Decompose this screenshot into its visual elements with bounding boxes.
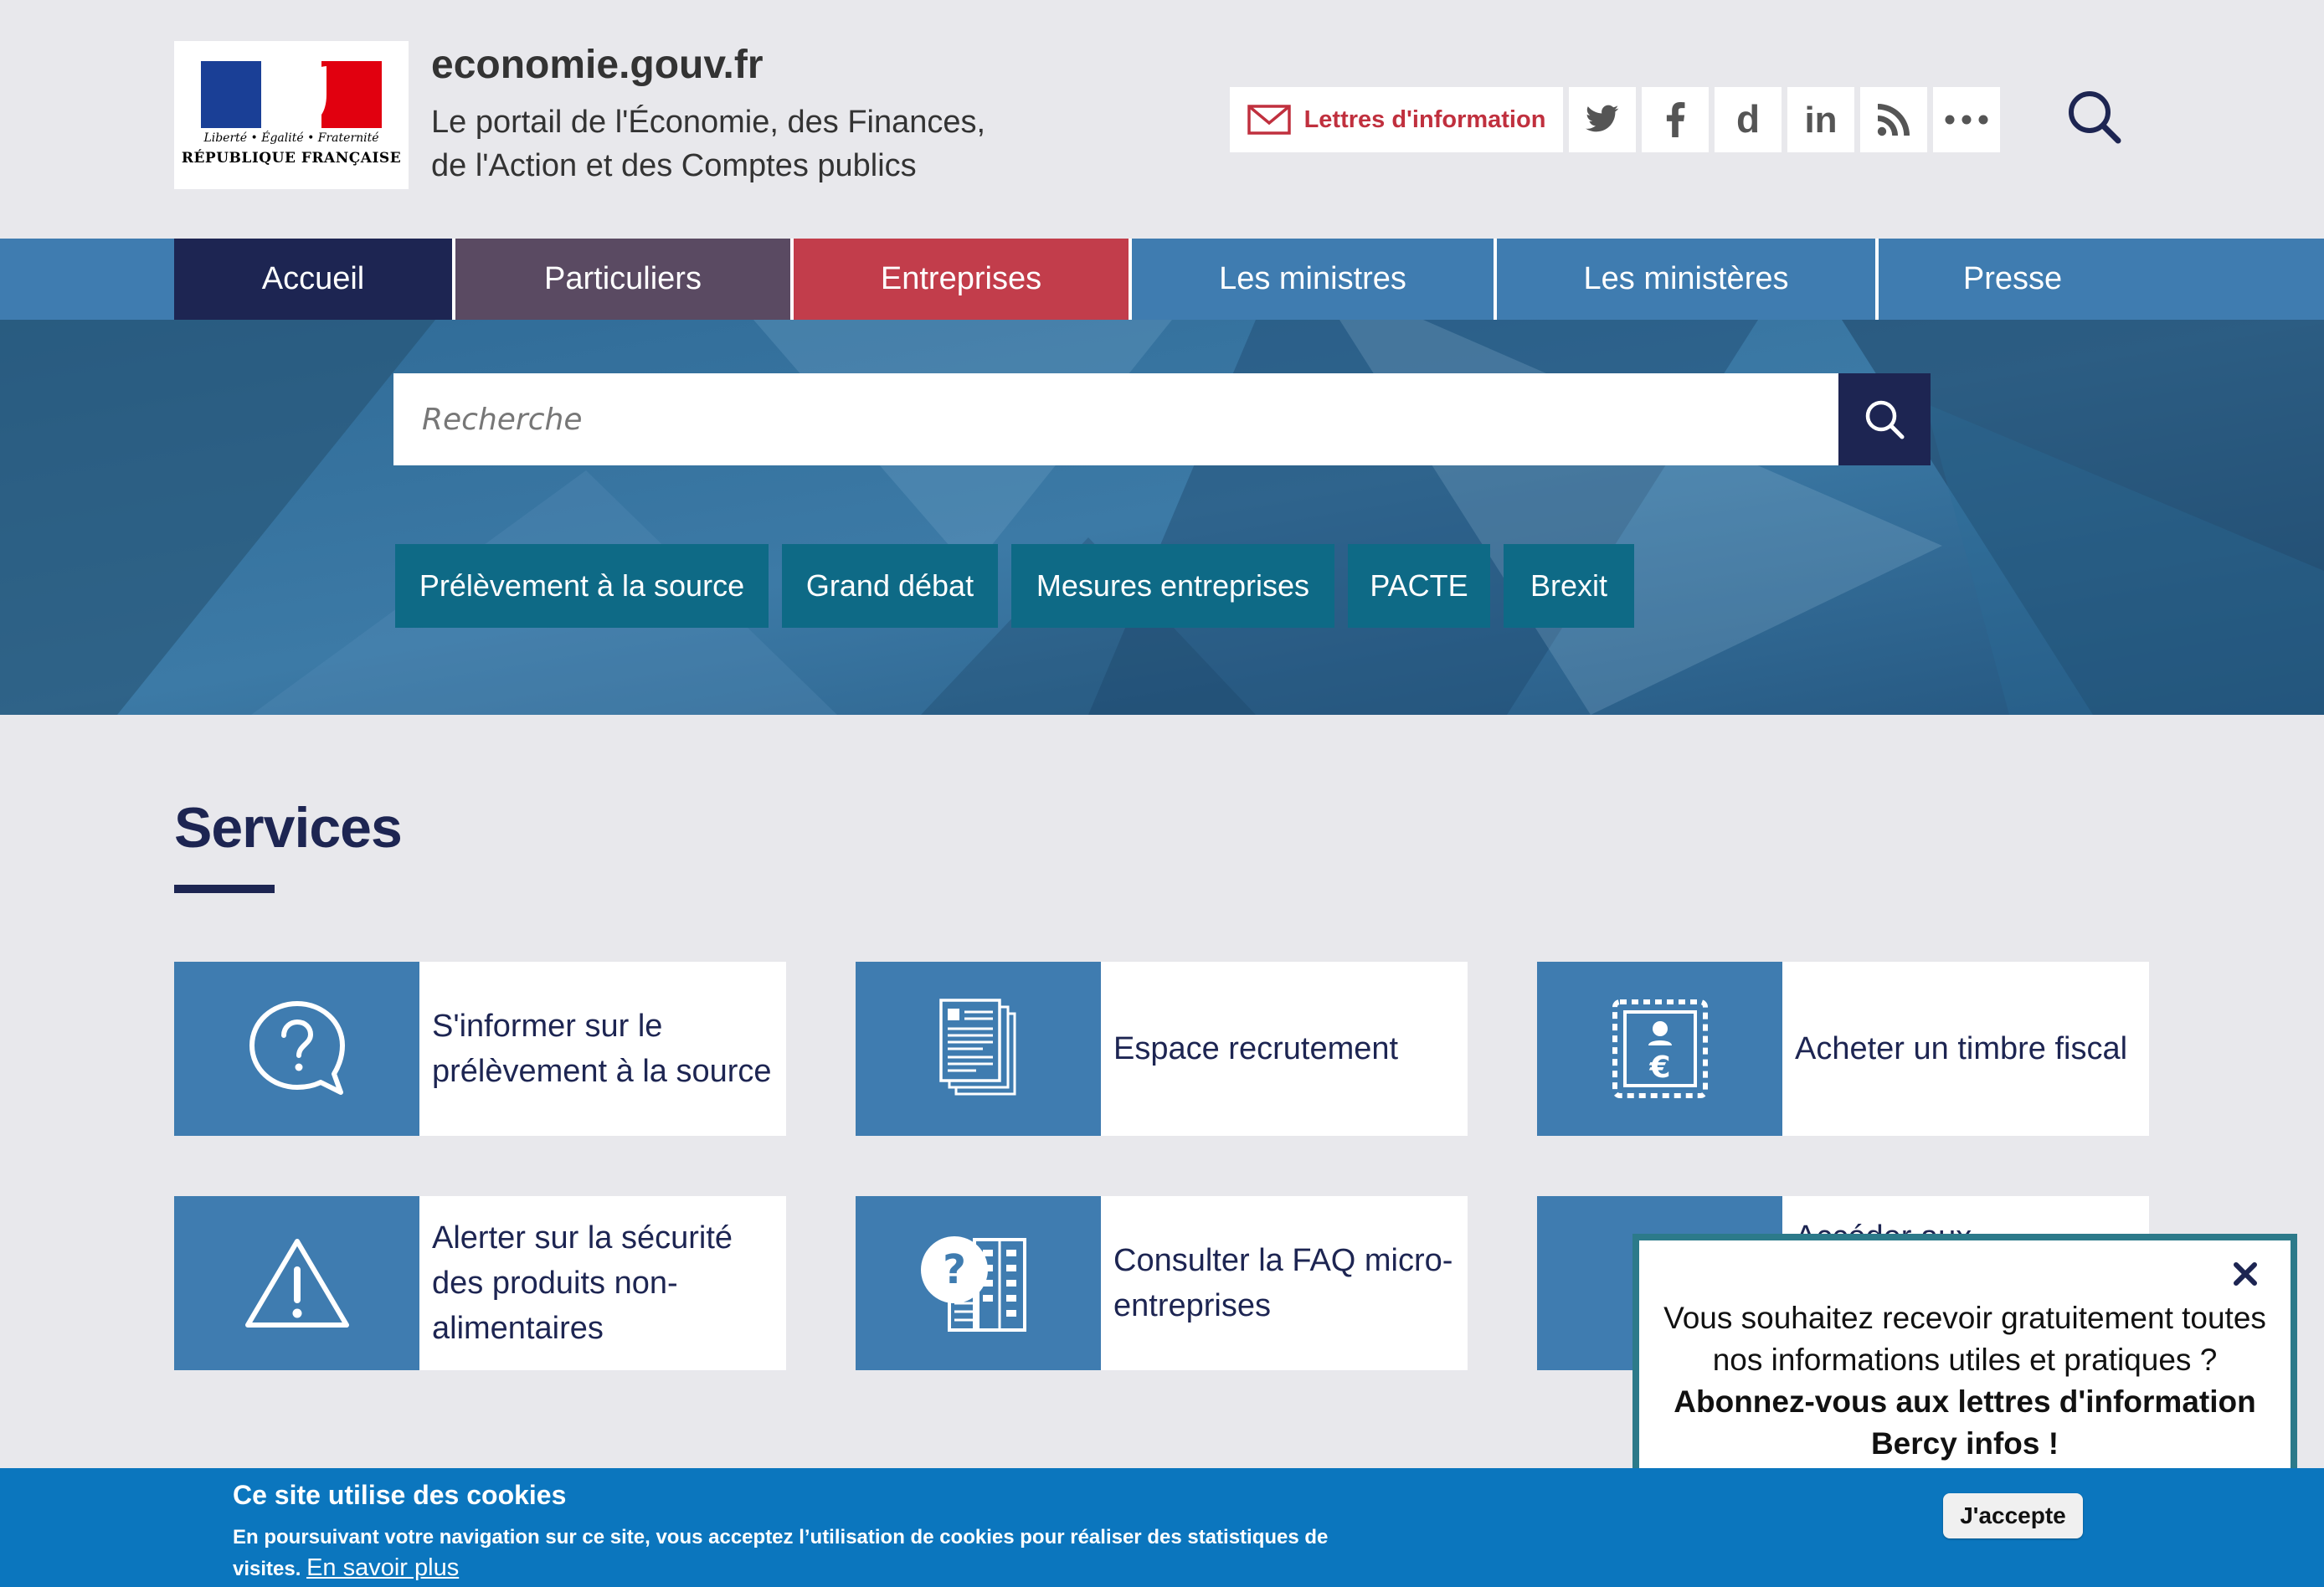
quick-link-mesures-entreprises[interactable]: Mesures entreprises [1011, 544, 1334, 628]
service-card-faq-micro-entreprises[interactable]: ? Consulter la FAQ micro-entreprises [856, 1196, 1468, 1370]
nav-presse[interactable]: Presse [1879, 239, 2147, 320]
nav-label: Les ministres [1219, 261, 1406, 296]
svg-text:?: ? [943, 1246, 966, 1293]
republic-name: RÉPUBLIQUE FRANÇAISE [181, 150, 402, 167]
services-underline [174, 885, 275, 893]
search-input[interactable] [393, 373, 1838, 465]
dailymotion-icon: d [1736, 102, 1760, 137]
facebook-button[interactable] [1642, 87, 1709, 152]
quick-link-grand-debat[interactable]: Grand débat [782, 544, 998, 628]
nav-accueil[interactable]: Accueil [174, 239, 452, 320]
service-card-icon-box [856, 962, 1101, 1136]
cookie-title: Ce site utilise des cookies [233, 1480, 567, 1510]
nav-label: Accueil [261, 261, 365, 296]
site-name[interactable]: economie.gouv.fr [431, 42, 764, 88]
quick-link-brexit[interactable]: Brexit [1504, 544, 1634, 628]
cookie-accept-button[interactable]: J'accepte [1943, 1493, 2083, 1538]
cookie-banner: Ce site utilise des cookies En poursuiva… [0, 1468, 2324, 1587]
popup-message-line: Vous souhaitez recevoir gratuitement tou… [1663, 1301, 2266, 1377]
search-submit-button[interactable] [1838, 373, 1931, 465]
service-card-icon-box [174, 962, 419, 1136]
service-card-timbre-fiscal[interactable]: € Acheter un timbre fiscal [1537, 962, 2149, 1136]
envelope-icon [1247, 105, 1291, 135]
close-icon [2234, 1262, 2257, 1286]
service-card-icon-box [174, 1196, 419, 1370]
marianne-profile-icon [268, 66, 326, 121]
service-card-icon-box: € [1537, 962, 1782, 1136]
twitter-icon [1586, 105, 1619, 132]
euro-stamp-icon: € [1612, 999, 1708, 1098]
faq-building-icon: ? [920, 1236, 1026, 1332]
question-bubble-icon [249, 1001, 345, 1095]
cookie-learn-more-link[interactable]: En savoir plus [306, 1554, 459, 1581]
search-icon [1865, 400, 1905, 439]
service-card-securite-produits[interactable]: Alerter sur la sécurité des produits non… [174, 1196, 786, 1370]
dailymotion-button[interactable]: d [1715, 87, 1782, 152]
rss-icon [1877, 104, 1910, 136]
service-card-label: Consulter la FAQ micro-entreprises [1113, 1243, 1453, 1323]
warning-icon [244, 1239, 349, 1328]
service-card-recrutement[interactable]: Espace recrutement [856, 962, 1468, 1136]
documents-icon [938, 999, 1015, 1096]
svg-text:in: in [1804, 102, 1837, 137]
site-tagline: Le portail de l'Économie, des Finances, … [431, 100, 1034, 187]
quick-link-prelevement[interactable]: Prélèvement à la source [395, 544, 769, 628]
services-heading: Services [174, 796, 403, 860]
facebook-icon [1666, 102, 1685, 137]
service-card-label: Alerter sur la sécurité des produits non… [432, 1220, 733, 1346]
hero-banner: Prélèvement à la source Grand débat Mesu… [0, 320, 2324, 715]
nav-particuliers[interactable]: Particuliers [455, 239, 790, 320]
rss-button[interactable] [1860, 87, 1927, 152]
french-flag [201, 61, 382, 128]
service-card-label: Acheter un timbre fiscal [1795, 1031, 2128, 1066]
nav-les-ministres[interactable]: Les ministres [1132, 239, 1494, 320]
service-card-label: Espace recrutement [1113, 1031, 1399, 1066]
tagline-line-2: de l'Action et des Comptes publics [431, 148, 917, 183]
twitter-button[interactable] [1569, 87, 1636, 152]
service-card-prelevement[interactable]: S'informer sur le prélèvement à la sourc… [174, 962, 786, 1136]
svg-text:€: € [1648, 1050, 1670, 1085]
nav-label: Particuliers [544, 261, 702, 296]
linkedin-button[interactable]: in [1787, 87, 1854, 152]
nav-label: Les ministères [1583, 261, 1789, 296]
marianne-logo[interactable]: Liberté • Égalité • Fraternité RÉPUBLIQU… [174, 41, 409, 189]
service-card-icon-box: ? [856, 1196, 1101, 1370]
quick-link-pacte[interactable]: PACTE [1348, 544, 1490, 628]
popup-close-button[interactable] [2230, 1259, 2260, 1289]
more-icon [1945, 115, 1988, 125]
header-search-button[interactable] [2061, 84, 2128, 151]
service-card-label: S'informer sur le prélèvement à la sourc… [432, 1009, 772, 1089]
tagline-line-1: Le portail de l'Économie, des Finances, [431, 105, 986, 140]
more-button[interactable] [1933, 87, 2000, 152]
republic-motto: Liberté • Égalité • Fraternité [203, 131, 379, 145]
nav-les-ministeres[interactable]: Les ministères [1497, 239, 1875, 320]
search-icon [2069, 91, 2121, 144]
svg-text:d: d [1736, 102, 1760, 137]
popup-message: Vous souhaitez recevoir gratuitement tou… [1656, 1297, 2274, 1465]
linkedin-icon: in [1804, 102, 1837, 137]
newsletter-label: Lettres d'information [1303, 105, 1546, 133]
nav-label: Presse [1962, 261, 2063, 296]
cookie-message: En poursuivant votre navigation sur ce s… [233, 1522, 1388, 1584]
nav-entreprises[interactable]: Entreprises [794, 239, 1129, 320]
newsletter-button[interactable]: Lettres d'information [1230, 87, 1563, 152]
nav-label: Entreprises [880, 261, 1042, 296]
newsletter-popup: Vous souhaitez recevoir gratuitement tou… [1632, 1234, 2297, 1485]
popup-call-to-action[interactable]: Abonnez-vous aux lettres d'information B… [1656, 1381, 2274, 1465]
